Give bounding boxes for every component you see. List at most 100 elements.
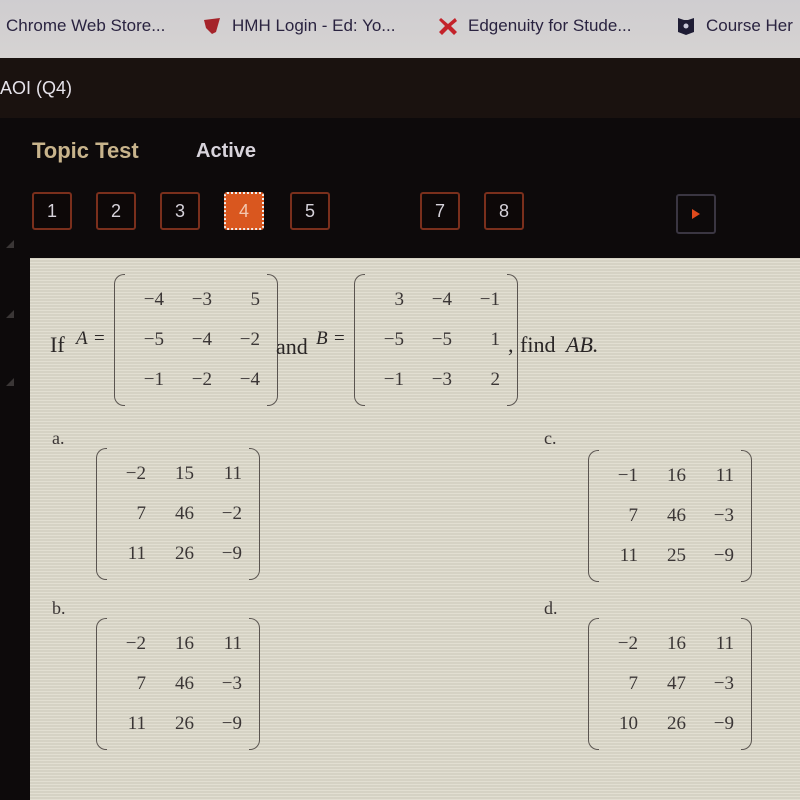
question-1-button[interactable]: 1 bbox=[32, 192, 72, 230]
variable-a: A bbox=[76, 328, 88, 349]
matrix-cell: −3 bbox=[191, 289, 212, 310]
resize-handle-icon bbox=[6, 240, 14, 248]
question-4-button[interactable]: 4 bbox=[224, 192, 264, 230]
left-paren bbox=[114, 274, 125, 406]
option-label: b. bbox=[52, 598, 66, 618]
matrix-cell: 25 bbox=[667, 545, 686, 566]
course-title: AOI (Q4) bbox=[0, 78, 73, 98]
bookmark-hmh-login[interactable]: HMH Login - Ed: Yo... bbox=[202, 16, 395, 36]
matrix-cell: 16 bbox=[667, 465, 686, 486]
bookmark-edgenuity[interactable]: Edgenuity for Stude... bbox=[438, 16, 632, 36]
matrix-cell: 46 bbox=[175, 673, 194, 694]
question-2-button[interactable]: 2 bbox=[96, 192, 136, 230]
matrix-cell: 1 bbox=[490, 329, 501, 350]
option-label: c. bbox=[544, 428, 557, 448]
matrix-cell: 11 bbox=[715, 633, 734, 654]
course-header bbox=[0, 58, 800, 118]
matrix-cell: 11 bbox=[715, 465, 734, 486]
right-paren bbox=[741, 450, 752, 582]
matrix-cell: 15 bbox=[175, 463, 194, 484]
bookmark-label: Chrome Web Store... bbox=[6, 16, 166, 35]
left-paren bbox=[588, 450, 599, 582]
find-text: find bbox=[520, 332, 556, 357]
option-matrix: −2 16 11 7 46 −3 11 26 −9 bbox=[96, 618, 260, 750]
matrix-cell: 11 bbox=[223, 463, 242, 484]
question-5-button[interactable]: 5 bbox=[290, 192, 330, 230]
resize-handle-icon bbox=[6, 378, 14, 386]
matrix-cell: −5 bbox=[431, 329, 452, 350]
matrix-cell: 7 bbox=[628, 505, 639, 526]
variable-b: B bbox=[316, 328, 328, 349]
matrix-cell: 7 bbox=[136, 673, 147, 694]
matrix-cell: −4 bbox=[143, 289, 164, 310]
matrix-cell: 11 bbox=[223, 633, 242, 654]
matrix-cell: −9 bbox=[713, 545, 734, 566]
matrix-cell: −1 bbox=[479, 289, 500, 310]
matrix-cell: 5 bbox=[250, 289, 261, 310]
question-prefix: If bbox=[50, 332, 65, 357]
bookmark-course-hero[interactable]: Course Her bbox=[676, 16, 793, 36]
matrix-cell: −1 bbox=[143, 369, 164, 390]
matrix-cell: 26 bbox=[175, 543, 194, 564]
matrix-cell: 46 bbox=[667, 505, 686, 526]
right-paren bbox=[741, 618, 752, 750]
matrix-cell: −1 bbox=[617, 465, 638, 486]
matrix-cell: −2 bbox=[125, 633, 146, 654]
matrix-cell: −2 bbox=[239, 329, 260, 350]
comma: , bbox=[508, 332, 514, 357]
equals-sign: = bbox=[334, 328, 345, 349]
matrix-cell: −4 bbox=[239, 369, 260, 390]
matrix-cell: 11 bbox=[127, 713, 146, 734]
matrix-cell: −2 bbox=[125, 463, 146, 484]
matrix-cell: 16 bbox=[175, 633, 194, 654]
equals-sign: = bbox=[94, 328, 105, 349]
bookmark-label: Edgenuity for Stude... bbox=[468, 16, 632, 35]
option-matrix: −1 16 11 7 46 −3 11 25 −9 bbox=[588, 450, 752, 582]
matrix-b: 3 −4 −1 −5 −5 1 −1 −3 2 bbox=[354, 274, 518, 406]
matrix-cell: −5 bbox=[383, 329, 404, 350]
hmh-shield-icon bbox=[204, 18, 220, 34]
course-hero-shield-icon bbox=[678, 18, 694, 35]
right-paren bbox=[249, 618, 260, 750]
matrix-cell: 10 bbox=[619, 713, 638, 734]
matrix-cell: −9 bbox=[221, 713, 242, 734]
edgenuity-x-icon bbox=[439, 18, 457, 35]
option-label: a. bbox=[52, 428, 65, 448]
matrix-cell: 26 bbox=[175, 713, 194, 734]
question-3-button[interactable]: 3 bbox=[160, 192, 200, 230]
matrix-cell: 11 bbox=[619, 545, 638, 566]
matrix-cell: −3 bbox=[431, 369, 452, 390]
bookmark-chrome-web-store[interactable]: Chrome Web Store... bbox=[6, 16, 165, 36]
resize-handle-icon bbox=[6, 310, 14, 318]
left-paren bbox=[354, 274, 365, 406]
matrix-cell: 7 bbox=[136, 503, 147, 524]
option-matrix: −2 16 11 7 47 −3 10 26 −9 bbox=[588, 618, 752, 750]
matrix-cell: −3 bbox=[221, 673, 242, 694]
play-arrow-icon bbox=[692, 209, 700, 219]
next-question-button[interactable] bbox=[676, 194, 716, 234]
matrix-a: −4 −3 5 −5 −4 −2 −1 −2 −4 bbox=[114, 274, 278, 406]
matrix-cell: 3 bbox=[394, 289, 405, 310]
matrix-cell: 11 bbox=[127, 543, 146, 564]
matrix-cell: −9 bbox=[713, 713, 734, 734]
matrix-cell: −2 bbox=[617, 633, 638, 654]
matrix-cell: −3 bbox=[713, 505, 734, 526]
matrix-cell: 46 bbox=[175, 503, 194, 524]
matrix-cell: 47 bbox=[667, 673, 686, 694]
test-status: Active bbox=[196, 140, 257, 162]
conjunction: and bbox=[276, 334, 308, 359]
matrix-cell: −4 bbox=[431, 289, 452, 310]
bookmark-label: Course Her bbox=[706, 16, 793, 35]
matrix-cell: −5 bbox=[143, 329, 164, 350]
matrix-cell: 16 bbox=[667, 633, 686, 654]
question-7-button[interactable]: 7 bbox=[420, 192, 460, 230]
matrix-cell: −4 bbox=[191, 329, 212, 350]
matrix-cell: 26 bbox=[667, 713, 686, 734]
bookmarks-bar: Chrome Web Store... HMH Login - Ed: Yo..… bbox=[0, 0, 800, 58]
left-paren bbox=[588, 618, 599, 750]
matrix-cell: −3 bbox=[713, 673, 734, 694]
matrix-cell: −2 bbox=[191, 369, 212, 390]
left-paren bbox=[96, 448, 107, 580]
question-8-button[interactable]: 8 bbox=[484, 192, 524, 230]
question-panel: If A = −4 −3 5 −5 −4 −2 −1 −2 −4 and B =… bbox=[30, 258, 800, 800]
